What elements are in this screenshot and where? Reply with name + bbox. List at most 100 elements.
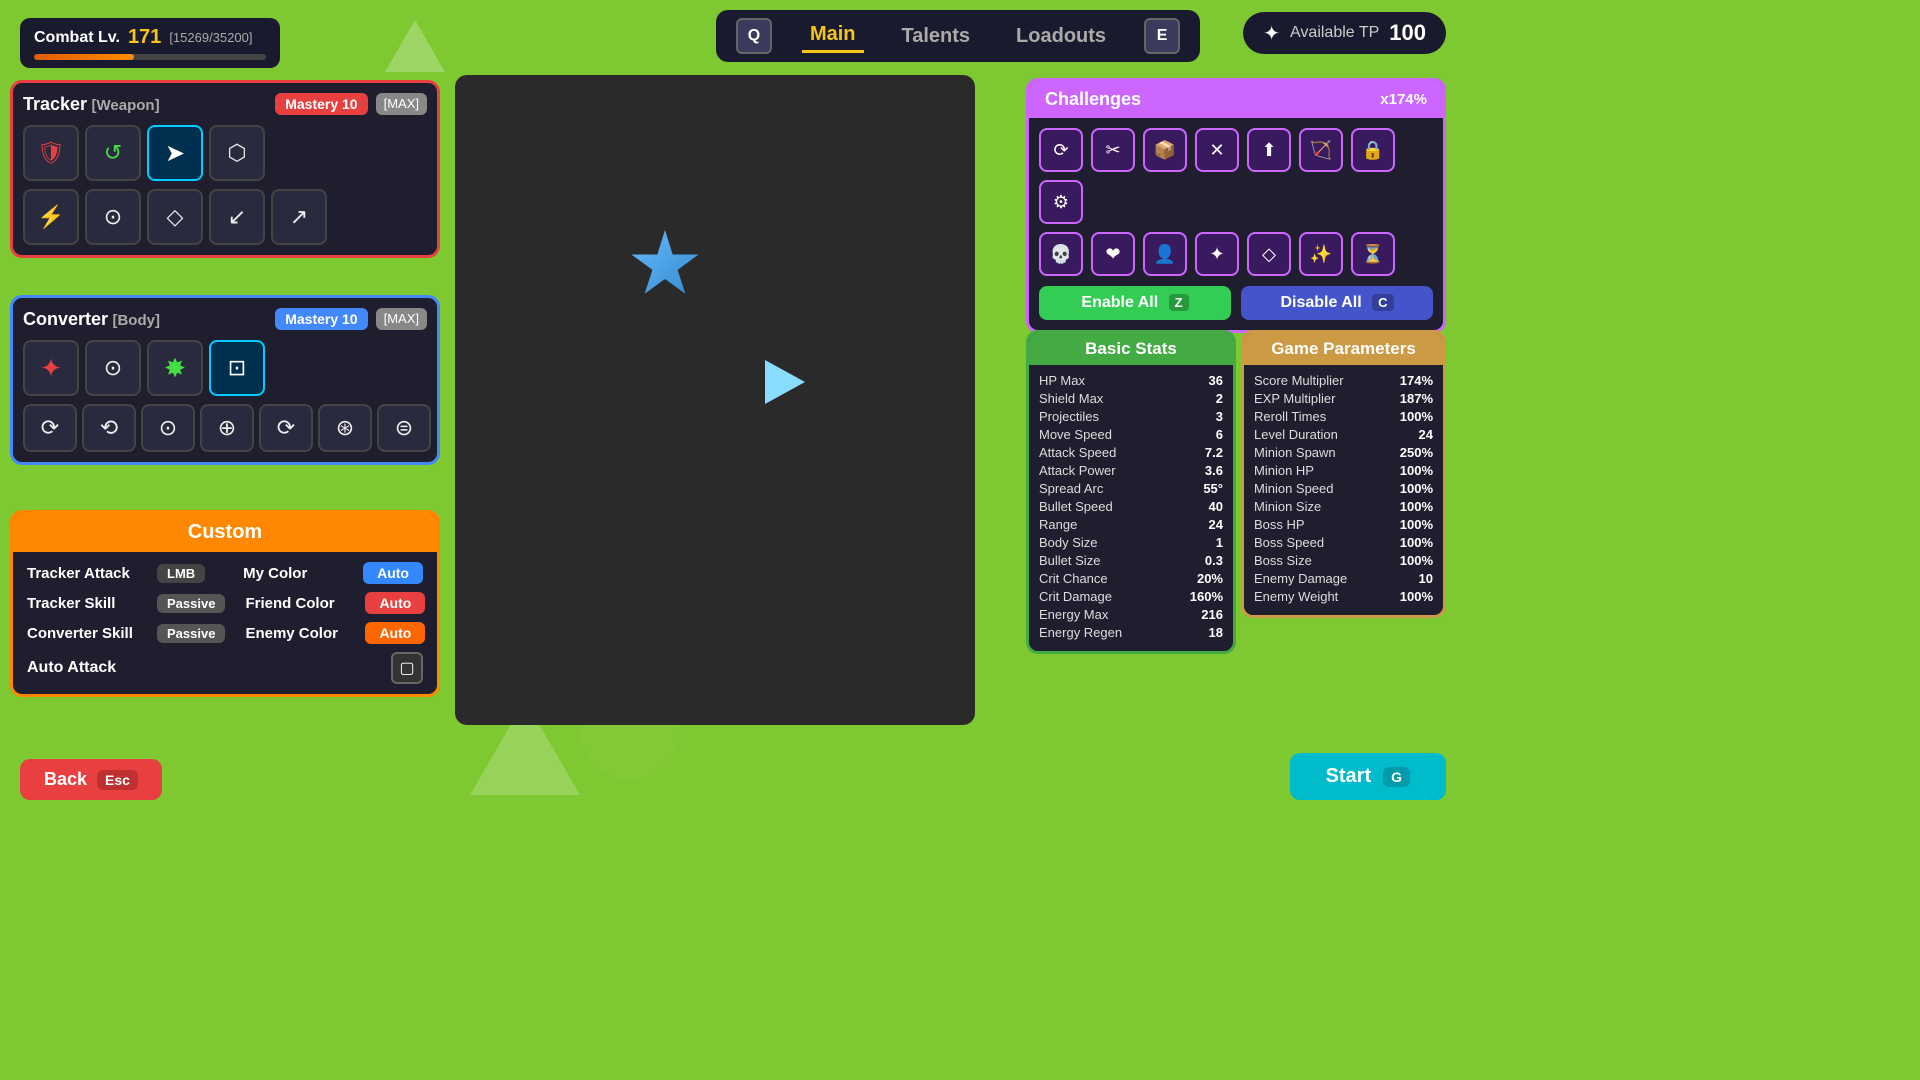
arrow-entity — [765, 360, 805, 404]
tp-icon: ✦ — [1263, 21, 1280, 46]
game-params-body: Score Multiplier174% EXP Multiplier187% … — [1244, 365, 1443, 615]
stat-row-9: Body Size1 — [1039, 535, 1223, 550]
converter-icon-10[interactable]: ⊜ — [377, 404, 431, 452]
tracker-icon-6[interactable]: ◇ — [147, 189, 203, 245]
back-button[interactable]: Back Esc — [20, 759, 162, 800]
converter-skill-row: Converter Skill Passive Enemy Color Auto — [27, 622, 423, 644]
challenge-icon-9[interactable]: ❤ — [1091, 232, 1135, 276]
stat-row-6: Spread Arc55° — [1039, 481, 1223, 496]
start-button[interactable]: Start G — [1290, 753, 1446, 800]
auto-attack-key-btn[interactable]: ▢ — [391, 652, 423, 684]
custom-panel: Custom Tracker Attack LMB My Color Auto … — [10, 510, 440, 697]
converter-icon-3[interactable]: ⊡ — [209, 340, 265, 396]
my-color-label: My Color — [243, 565, 353, 582]
enable-all-button[interactable]: Enable All Z — [1039, 286, 1231, 320]
stat-row-0: HP Max36 — [1039, 373, 1223, 388]
challenge-icon-10[interactable]: 👤 — [1143, 232, 1187, 276]
tracker-icon-4[interactable]: ⚡ — [23, 189, 79, 245]
challenge-icons-row1: ⟳ ✂ 📦 ✕ ⬆ 🏹 🔒 ⚙ — [1039, 128, 1433, 224]
tab-loadouts[interactable]: Loadouts — [1008, 21, 1114, 52]
param-row-1: EXP Multiplier187% — [1254, 391, 1433, 406]
basic-stats-header: Basic Stats — [1029, 333, 1233, 365]
param-row-4: Minion Spawn250% — [1254, 445, 1433, 460]
back-label: Back — [44, 769, 87, 790]
converter-icon-6[interactable]: ⊙ — [141, 404, 195, 452]
tracker-attack-label: Tracker Attack — [27, 565, 147, 582]
challenge-icon-14[interactable]: ⏳ — [1351, 232, 1395, 276]
available-tp-bar: ✦ Available TP 100 — [1243, 12, 1446, 54]
stat-row-10: Bullet Size0.3 — [1039, 553, 1223, 568]
converter-icon-5[interactable]: ⟲ — [82, 404, 136, 452]
tab-talents[interactable]: Talents — [894, 21, 979, 52]
tracker-icon-7[interactable]: ↙ — [209, 189, 265, 245]
combat-level-bar: Combat Lv. 171 [15269/35200] — [20, 18, 280, 68]
challenge-icon-6[interactable]: 🔒 — [1351, 128, 1395, 172]
converter-icon-7[interactable]: ⊕ — [200, 404, 254, 452]
custom-title: Custom — [188, 521, 262, 543]
converter-icon-8[interactable]: ⟳ — [259, 404, 313, 452]
stat-row-5: Attack Power3.6 — [1039, 463, 1223, 478]
combat-lv-number: 171 — [128, 26, 161, 49]
enable-all-key: Z — [1169, 294, 1189, 311]
stat-row-11: Crit Chance20% — [1039, 571, 1223, 586]
challenge-icon-5[interactable]: 🏹 — [1299, 128, 1343, 172]
converter-skill-key: Passive — [157, 624, 225, 643]
stat-row-13: Energy Max216 — [1039, 607, 1223, 622]
converter-icon-0[interactable]: ✦ — [23, 340, 79, 396]
tracker-icon-1[interactable]: ↺ — [85, 125, 141, 181]
challenge-icon-2[interactable]: 📦 — [1143, 128, 1187, 172]
challenge-icon-13[interactable]: ✨ — [1299, 232, 1343, 276]
param-row-2: Reroll Times100% — [1254, 409, 1433, 424]
challenges-multiplier: x174% — [1380, 91, 1427, 108]
challenge-icon-7[interactable]: ⚙ — [1039, 180, 1083, 224]
enable-all-label: Enable All — [1081, 294, 1158, 311]
converter-header: Converter [Body] Mastery 10 [MAX] — [23, 308, 427, 330]
param-row-5: Minion HP100% — [1254, 463, 1433, 478]
converter-title: Converter [Body] — [23, 309, 160, 330]
challenge-icon-4[interactable]: ⬆ — [1247, 128, 1291, 172]
my-color-auto-btn[interactable]: Auto — [363, 562, 423, 584]
param-row-3: Level Duration24 — [1254, 427, 1433, 442]
converter-badges: Mastery 10 [MAX] — [275, 308, 427, 330]
converter-icon-2[interactable]: ✸ — [147, 340, 203, 396]
enemy-color-auto-btn[interactable]: Auto — [365, 622, 425, 644]
stat-row-2: Projectiles3 — [1039, 409, 1223, 424]
challenge-icon-3[interactable]: ✕ — [1195, 128, 1239, 172]
tracker-icon-8[interactable]: ↗ — [271, 189, 327, 245]
tracker-title: Tracker [Weapon] — [23, 94, 160, 115]
nav-e-button[interactable]: E — [1144, 18, 1180, 54]
stat-row-14: Energy Regen18 — [1039, 625, 1223, 640]
challenge-icon-12[interactable]: ◇ — [1247, 232, 1291, 276]
challenge-icon-11[interactable]: ✦ — [1195, 232, 1239, 276]
tracker-icon-0[interactable]: 🛡 — [23, 125, 79, 181]
tab-main[interactable]: Main — [802, 19, 864, 53]
tracker-mastery-badge: Mastery 10 — [275, 93, 367, 115]
param-row-7: Minion Size100% — [1254, 499, 1433, 514]
tracker-icons-row2: ⚡ ⊙ ◇ ↙ ↗ — [23, 189, 427, 245]
tracker-attack-row: Tracker Attack LMB My Color Auto — [27, 562, 423, 584]
tracker-icon-2[interactable]: ➤ — [147, 125, 203, 181]
converter-icon-1[interactable]: ⊙ — [85, 340, 141, 396]
tracker-skill-row: Tracker Skill Passive Friend Color Auto — [27, 592, 423, 614]
tracker-skill-key: Passive — [157, 594, 225, 613]
converter-icon-4[interactable]: ⟳ — [23, 404, 77, 452]
tp-value: 100 — [1389, 20, 1426, 46]
friend-color-auto-btn[interactable]: Auto — [365, 592, 425, 614]
challenge-icon-1[interactable]: ✂ — [1091, 128, 1135, 172]
tracker-skill-label: Tracker Skill — [27, 595, 147, 612]
nav-q-button[interactable]: Q — [736, 18, 772, 54]
tracker-icon-3[interactable]: ⬡ — [209, 125, 265, 181]
converter-icons-row1: ✦ ⊙ ✸ ⊡ — [23, 340, 427, 396]
combat-xp-bar — [34, 54, 266, 60]
tracker-icons-row1: 🛡 ↺ ➤ ⬡ — [23, 125, 427, 181]
stat-row-4: Attack Speed7.2 — [1039, 445, 1223, 460]
custom-body: Tracker Attack LMB My Color Auto Tracker… — [13, 552, 437, 694]
disable-all-button[interactable]: Disable All C — [1241, 286, 1433, 320]
converter-icon-9[interactable]: ⊛ — [318, 404, 372, 452]
tracker-icon-5[interactable]: ⊙ — [85, 189, 141, 245]
gear-entity — [630, 230, 700, 300]
challenge-icon-8[interactable]: 💀 — [1039, 232, 1083, 276]
combat-lv-label: Combat Lv. — [34, 29, 120, 47]
challenge-icon-0[interactable]: ⟳ — [1039, 128, 1083, 172]
basic-stats-panel: Basic Stats HP Max36 Shield Max2 Project… — [1026, 330, 1236, 654]
